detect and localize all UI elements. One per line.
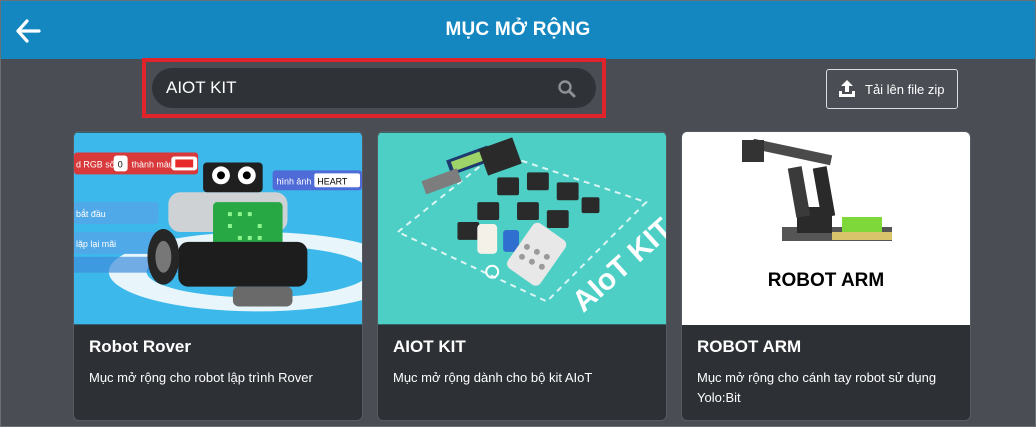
- block-label: hình ảnh: [277, 176, 312, 186]
- search-bar[interactable]: [152, 68, 596, 108]
- card-description: Mục mở rộng cho robot lập trình Rover: [89, 370, 313, 385]
- upload-label: Tải lên file zip: [865, 82, 945, 97]
- card-title: Robot Rover: [89, 337, 191, 356]
- page-title: MỤC MỞ RỘNG: [445, 19, 591, 40]
- extension-card-aiot-kit[interactable]: AIoT KIT AIOT KIT Mục mở rộng dành cho b…: [377, 131, 667, 421]
- card-description: Mục mở rộng dành cho bộ kit AIoT: [393, 370, 593, 385]
- card-title: ROBOT ARM: [697, 337, 802, 356]
- search-input[interactable]: [166, 68, 546, 108]
- block-label: thành màu: [132, 159, 174, 169]
- block-value: 0: [118, 159, 123, 169]
- block-label: d RGB số: [76, 159, 115, 169]
- extension-card-robot-rover[interactable]: d RGB số 0 thành màu hình ảnh HEART bắt …: [73, 131, 363, 421]
- card-description: Mục mở rộng cho cánh tay robot sử dụng Y…: [697, 370, 937, 405]
- robot-arm-image: ROBOT ARM: [682, 132, 970, 325]
- search-icon[interactable]: [557, 79, 577, 99]
- upload-icon: [839, 80, 855, 97]
- header-bar: MỤC MỞ RỘNG: [1, 1, 1035, 59]
- robot-rover-image: d RGB số 0 thành màu hình ảnh HEART bắt …: [74, 132, 362, 325]
- upload-zip-button[interactable]: Tải lên file zip: [826, 69, 958, 109]
- robot-arm-image-label: ROBOT ARM: [767, 270, 885, 291]
- block-label: bắt đầu: [76, 209, 106, 219]
- card-title: AIOT KIT: [393, 337, 466, 356]
- block-value: HEART: [317, 176, 348, 186]
- aiot-kit-image: AIoT KIT: [378, 132, 666, 325]
- block-label: lặp lại mãi: [76, 239, 116, 249]
- extension-card-robot-arm[interactable]: ROBOT ARM ROBOT ARM Mục mở rộng cho cánh…: [681, 131, 971, 421]
